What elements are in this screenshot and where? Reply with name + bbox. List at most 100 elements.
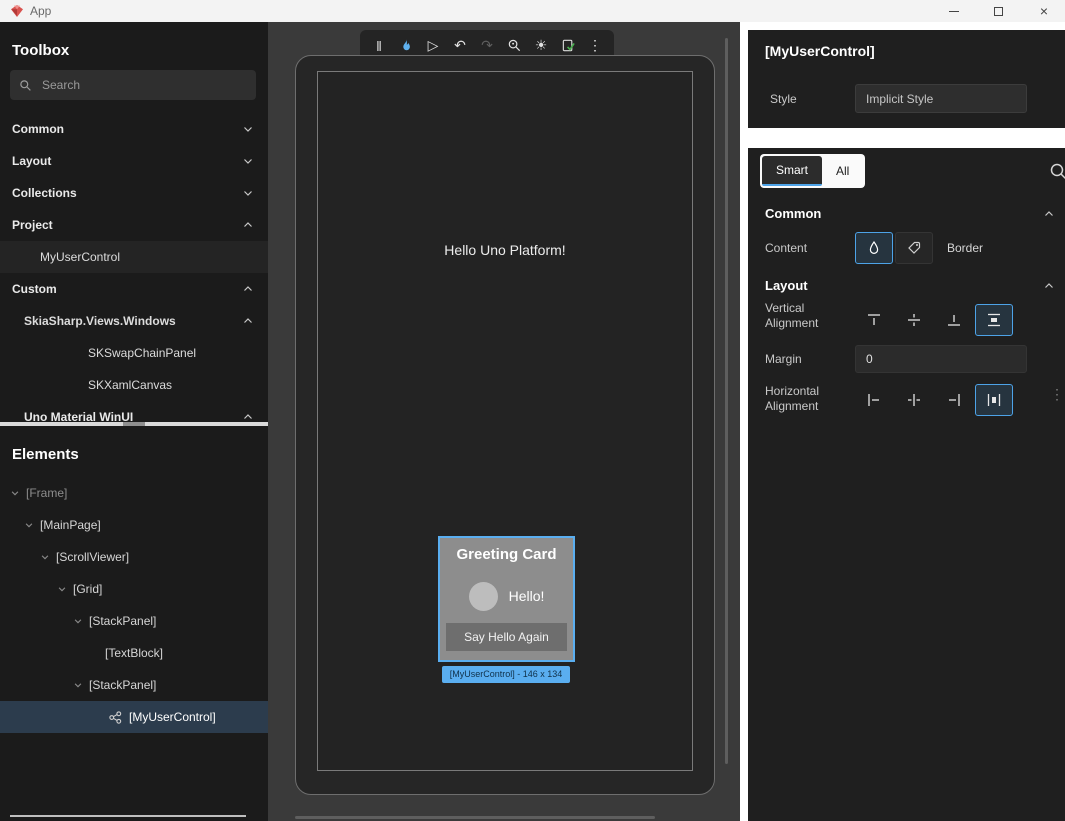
card-title: Greeting Card — [440, 546, 573, 563]
toolbar-more-button[interactable]: ⋮ — [585, 34, 605, 58]
tag-icon — [906, 240, 922, 256]
card-greeting-row: Hello! — [440, 580, 573, 612]
properties-search-icon[interactable] — [1048, 161, 1065, 183]
splitter-grip-icon — [123, 422, 145, 426]
valign-stretch-button[interactable] — [975, 304, 1013, 336]
undo-icon: ↶ — [454, 37, 466, 54]
vertical-alignment-group — [855, 304, 1013, 336]
properties-panel: Smart All Common Content Border Layout V… — [748, 148, 1065, 821]
elements-heading: Elements — [12, 446, 79, 463]
section-layout: Layout — [765, 278, 808, 293]
app-title: App — [30, 4, 51, 18]
sidebar-item-custom[interactable]: Custom — [0, 273, 268, 305]
search-icon — [19, 79, 32, 92]
sidebar-item-skxamlcanvas[interactable]: SKXamlCanvas — [0, 369, 268, 401]
minimize-icon — [949, 11, 959, 12]
ellipsis-vertical-icon: ⋮ — [588, 37, 602, 54]
inspect-icon — [507, 38, 522, 53]
align-vcenter-icon — [906, 312, 922, 328]
validate-button[interactable] — [558, 34, 578, 58]
close-button[interactable]: × — [1029, 0, 1059, 22]
properties-tabs: Smart All — [760, 154, 865, 188]
margin-input[interactable] — [855, 345, 1027, 373]
content-element-button[interactable] — [855, 232, 893, 264]
canvas-vertical-scrollbar[interactable] — [725, 38, 728, 764]
sidebar-item-myusercontrol[interactable]: MyUserControl — [0, 241, 268, 273]
content-editor-toggle — [855, 232, 933, 264]
align-bottom-icon — [946, 312, 962, 328]
tree-item-mainpage[interactable]: [MainPage] — [0, 509, 268, 541]
chevron-up-icon — [242, 283, 254, 295]
caret-down-icon — [73, 680, 83, 690]
titlebar: App × — [0, 0, 1065, 22]
toolbar-drag-handle[interactable]: ‖ — [369, 34, 389, 58]
valign-center-button[interactable] — [895, 304, 933, 336]
halign-stretch-button[interactable] — [975, 384, 1013, 416]
style-input[interactable] — [855, 84, 1027, 113]
hot-reload-button[interactable] — [396, 34, 416, 58]
caret-down-icon — [24, 520, 34, 530]
caret-down-icon — [40, 552, 50, 562]
valign-top-button[interactable] — [855, 304, 893, 336]
toolbox-search[interactable] — [10, 70, 256, 100]
chevron-up-icon[interactable] — [1043, 208, 1055, 220]
toolbox-search-input[interactable] — [40, 77, 247, 93]
say-hello-again-button[interactable]: Say Hello Again — [446, 623, 567, 651]
element-icon — [866, 240, 882, 256]
chevron-up-icon[interactable] — [1043, 280, 1055, 292]
canvas-horizontal-scrollbar[interactable] — [295, 816, 655, 819]
sidebar-item-layout[interactable]: Layout — [0, 145, 268, 177]
play-button[interactable]: ▷ — [423, 34, 443, 58]
maximize-button[interactable] — [983, 0, 1013, 22]
tab-smart[interactable]: Smart — [762, 156, 822, 186]
tree-item-frame[interactable]: [Frame] — [0, 477, 268, 509]
horizontal-alignment-group — [855, 384, 1013, 416]
play-icon: ▷ — [428, 37, 439, 54]
device-frame: Hello Uno Platform! Greeting Card Hello!… — [295, 55, 715, 795]
content-label: Content — [765, 241, 807, 255]
halign-right-button[interactable] — [935, 384, 973, 416]
panel-scroll-dots-icon[interactable]: ⋮ — [1050, 388, 1064, 401]
left-panel-scrollbar[interactable] — [10, 815, 246, 817]
tree-item-grid[interactable]: [Grid] — [0, 573, 268, 605]
halign-center-button[interactable] — [895, 384, 933, 416]
tree-item-stackpanel-2[interactable]: [StackPanel] — [0, 669, 268, 701]
valign-bottom-button[interactable] — [935, 304, 973, 336]
sidebar-item-skiasharp-views-windows[interactable]: SkiaSharp.Views.Windows — [0, 305, 268, 337]
app-logo-icon — [10, 4, 24, 18]
tree-item-textblock[interactable]: [TextBlock] — [0, 637, 268, 669]
minimize-button[interactable] — [939, 0, 969, 22]
tree-item-scrollviewer[interactable]: [ScrollViewer] — [0, 541, 268, 573]
tree-item-myusercontrol[interactable]: [MyUserControl] — [0, 701, 268, 733]
sidebar-item-common[interactable]: Common — [0, 113, 268, 145]
panel-splitter[interactable] — [0, 422, 268, 426]
margin-label: Margin — [765, 352, 802, 366]
halign-left-button[interactable] — [855, 384, 893, 416]
left-sidebar: Toolbox Common Layout Collections Projec… — [0, 22, 268, 821]
sidebar-item-skswapchainpanel[interactable]: SKSwapChainPanel — [0, 337, 268, 369]
selection-header-panel: [MyUserControl] Style — [748, 30, 1065, 128]
undo-button[interactable]: ↶ — [450, 34, 470, 58]
sidebar-item-project[interactable]: Project — [0, 209, 268, 241]
maximize-icon — [994, 7, 1003, 16]
sidebar-item-collections[interactable]: Collections — [0, 177, 268, 209]
redo-button[interactable]: ↷ — [477, 34, 497, 58]
align-hcenter-icon — [906, 392, 922, 408]
content-tag-button[interactable] — [895, 232, 933, 264]
inspect-button[interactable] — [504, 34, 524, 58]
card-greeting-text: Hello! — [509, 588, 545, 604]
selected-usercontrol[interactable]: Greeting Card Hello! Say Hello Again — [438, 536, 575, 662]
tree-item-stackpanel-1[interactable]: [StackPanel] — [0, 605, 268, 637]
design-canvas[interactable]: ‖ ▷ ↶ ↷ ☀ ⋮ Hello Uno Platform! Greeting… — [268, 22, 740, 821]
tab-all[interactable]: All — [822, 156, 863, 186]
textblock-hello[interactable]: Hello Uno Platform! — [296, 242, 714, 258]
style-label: Style — [770, 92, 797, 106]
section-common: Common — [765, 206, 821, 221]
chevron-down-icon — [242, 155, 254, 167]
toolbox-heading: Toolbox — [12, 42, 69, 59]
align-right-icon — [946, 392, 962, 408]
sidebar-item-uno-material-winui[interactable]: Uno Material WinUI — [0, 401, 268, 433]
theme-toggle-button[interactable]: ☀ — [531, 34, 551, 58]
content-value: Border — [947, 241, 983, 255]
selected-control-title: [MyUserControl] — [765, 43, 875, 59]
